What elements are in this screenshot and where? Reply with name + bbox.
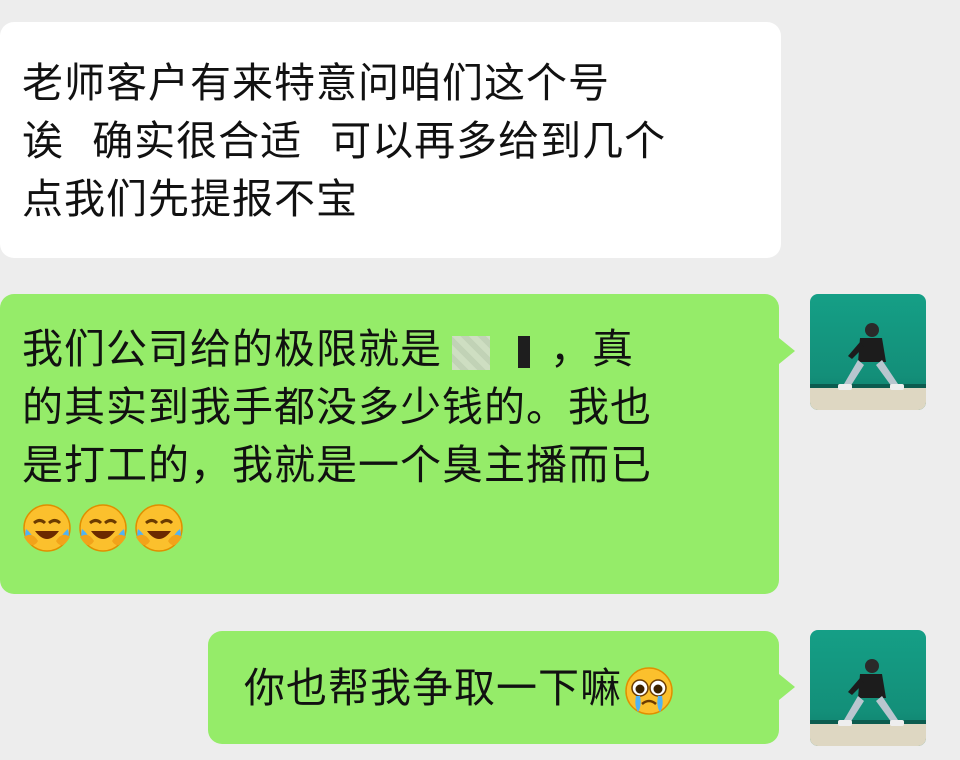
face-with-tears-of-joy-icon: [23, 504, 71, 552]
pleading-crying-face-icon: [625, 667, 673, 715]
message-line: 点我们先提报不宝: [22, 175, 358, 223]
person-icon: [838, 323, 904, 390]
message-text: 我们公司给的极限就是: [22, 325, 442, 373]
face-with-tears-of-joy-icon: [79, 504, 127, 552]
message-line: 老师客户有来特意问咱们这个号: [22, 59, 610, 107]
redacted-text: [452, 332, 544, 372]
outgoing-message-bubble[interactable]: 我们公司给的极限就是 ，真 的其实到我手都没多少钱的。我也 是打工的，我就是一个臭…: [0, 294, 779, 594]
person-icon: [838, 659, 904, 726]
bubble-tail: [779, 338, 795, 364]
message-text: 你也帮我争取一下嘛: [244, 664, 622, 712]
chat-view: 老师客户有来特意问咱们这个号 诶 确实很合适 可以再多给到几个 点我们先提报不宝…: [0, 0, 960, 760]
avatar[interactable]: [810, 294, 926, 410]
incoming-message-bubble[interactable]: 老师客户有来特意问咱们这个号 诶 确实很合适 可以再多给到几个 点我们先提报不宝: [0, 22, 781, 258]
message-line: 是打工的，我就是一个臭主播而已: [22, 441, 652, 489]
bubble-tail: [779, 674, 795, 700]
message-line: 的其实到我手都没多少钱的。我也: [22, 383, 652, 431]
avatar[interactable]: [810, 630, 926, 746]
face-with-tears-of-joy-icon: [135, 504, 183, 552]
message-line: 你也帮我争取一下嘛: [244, 659, 755, 717]
emoji-row: [22, 496, 755, 554]
message-line: 诶 确实很合适 可以再多给到几个: [22, 117, 667, 165]
message-line: 我们公司给的极限就是 ，真: [22, 320, 755, 378]
message-text: ，真: [550, 325, 634, 373]
outgoing-message-bubble[interactable]: 你也帮我争取一下嘛: [208, 631, 779, 744]
